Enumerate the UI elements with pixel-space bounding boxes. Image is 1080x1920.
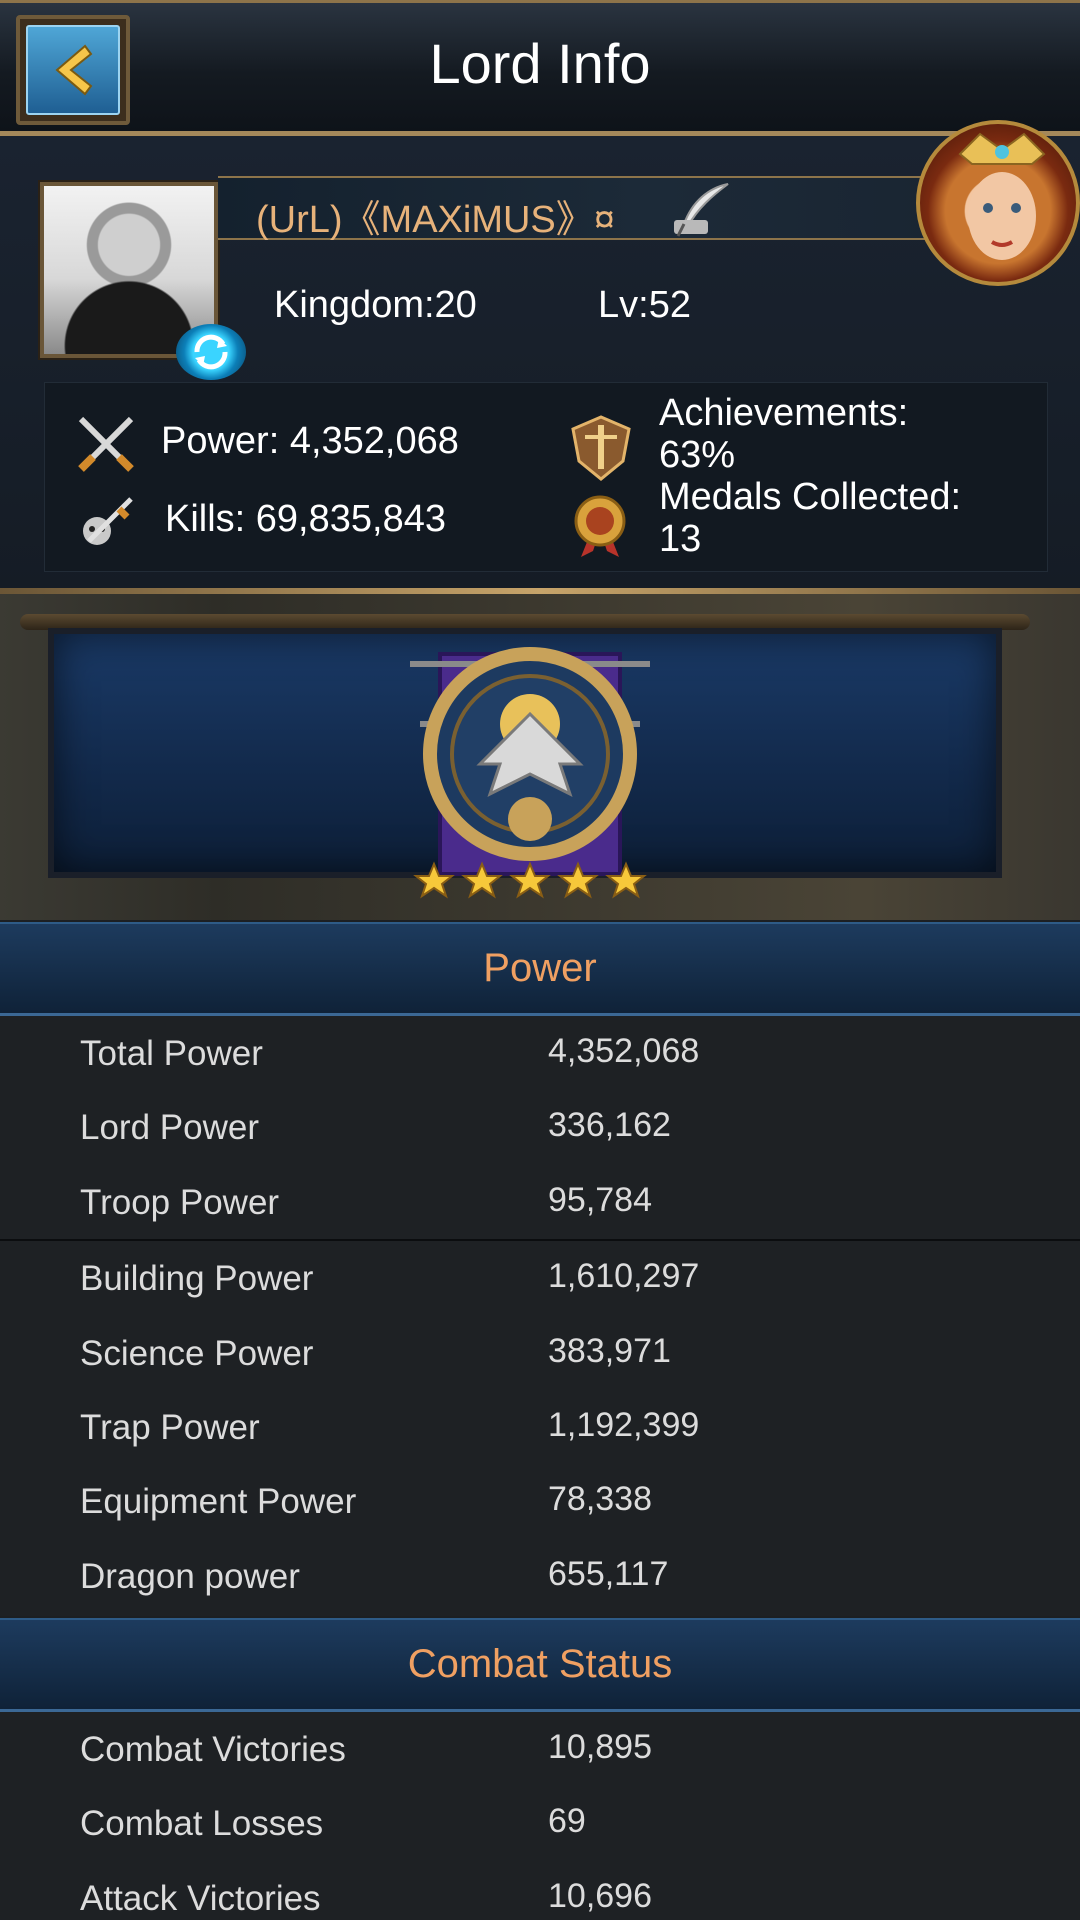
- combat-stats-list: Combat Victories 10,895 Combat Losses 69…: [0, 1712, 1080, 1920]
- name-bar: (UrL)《MAXiMUS》¤: [218, 176, 938, 241]
- medals-label: Medals Collected:: [659, 476, 962, 518]
- stats-panel: Power: 4,352,068 Kills: 69,835,843 Achie…: [44, 382, 1048, 572]
- kills-stat: Kills: 69,835,843: [165, 498, 446, 540]
- row-value: 10,696: [548, 1876, 652, 1915]
- power-row-total: Total Power 4,352,068: [0, 1016, 1080, 1090]
- achievement-shield-icon[interactable]: [565, 411, 637, 483]
- row-label: Science Power: [80, 1333, 314, 1373]
- combat-row-losses: Combat Losses 69: [0, 1786, 1080, 1860]
- hero-portrait[interactable]: [916, 120, 1080, 286]
- row-label: Dragon power: [80, 1556, 300, 1596]
- change-avatar-icon[interactable]: [176, 324, 246, 380]
- lord-level: Lv:52: [598, 284, 691, 326]
- power-section-header: Power: [0, 922, 1080, 1016]
- eagle-emblem-icon[interactable]: [380, 614, 680, 904]
- avatar-photo: [44, 186, 214, 354]
- power-row-trap: Trap Power 1,192,399: [0, 1390, 1080, 1464]
- row-value: 1,610,297: [548, 1257, 700, 1296]
- rank-banner: [0, 594, 1080, 920]
- row-label: Total Power: [80, 1034, 263, 1073]
- lord-name: (UrL)《MAXiMUS》¤: [256, 199, 615, 241]
- row-label: Trap Power: [80, 1407, 260, 1447]
- medals-value: 13: [659, 518, 702, 560]
- combat-row-attack-victories: Attack Victories 10,696: [0, 1861, 1080, 1920]
- power-section-title: Power: [483, 946, 597, 990]
- power-row-science: Science Power 383,971: [0, 1316, 1080, 1390]
- combat-section-title: Combat Status: [407, 1642, 673, 1686]
- row-value: 95,784: [548, 1180, 652, 1219]
- row-label: Combat Losses: [80, 1804, 324, 1844]
- header-bar: Lord Info: [0, 0, 1080, 136]
- power-row-dragon: Dragon power 655,117: [0, 1539, 1080, 1613]
- medal-icon[interactable]: [567, 493, 633, 559]
- row-value: 655,117: [548, 1554, 669, 1593]
- power-row-troop: Troop Power 95,784: [0, 1165, 1080, 1239]
- row-label: Attack Victories: [80, 1878, 321, 1918]
- kingdom-number: Kingdom:20: [274, 284, 477, 326]
- row-label: Combat Victories: [80, 1730, 346, 1769]
- row-label: Lord Power: [80, 1108, 259, 1148]
- power-row-lord: Lord Power 336,162: [0, 1090, 1080, 1164]
- row-label: Building Power: [80, 1259, 314, 1299]
- power-stats-list: Total Power 4,352,068 Lord Power 336,162…: [0, 1016, 1080, 1616]
- achievements-value: 63%: [659, 434, 736, 476]
- combat-row-victories: Combat Victories 10,895: [0, 1712, 1080, 1786]
- row-value: 78,338: [548, 1480, 652, 1519]
- row-value: 69: [548, 1802, 586, 1841]
- row-value: 4,352,068: [548, 1032, 700, 1070]
- page-title: Lord Info: [429, 32, 651, 95]
- row-label: Equipment Power: [80, 1482, 357, 1522]
- power-row-building: Building Power 1,610,297: [0, 1241, 1080, 1315]
- row-value: 336,162: [548, 1106, 671, 1145]
- crossed-swords-icon: [78, 416, 134, 472]
- row-label: Troop Power: [80, 1182, 280, 1222]
- profile-panel: (UrL)《MAXiMUS》¤ Kingdom:20 Lv:52 Power: …: [0, 120, 1080, 594]
- lord-info-screen: Lord Info (UrL)《MAXiMUS》¤ Kingdom:20 Lv:…: [0, 0, 1080, 1920]
- row-value: 383,971: [548, 1331, 671, 1370]
- row-value: 10,895: [548, 1728, 652, 1766]
- sword-skull-icon: [83, 497, 133, 545]
- quill-edit-icon[interactable]: [668, 180, 734, 240]
- power-stat: Power: 4,352,068: [161, 420, 459, 462]
- achievements-label: Achievements:: [659, 392, 909, 434]
- power-row-equipment: Equipment Power 78,338: [0, 1464, 1080, 1538]
- row-value: 1,192,399: [548, 1405, 700, 1444]
- combat-section-header: Combat Status: [0, 1618, 1080, 1712]
